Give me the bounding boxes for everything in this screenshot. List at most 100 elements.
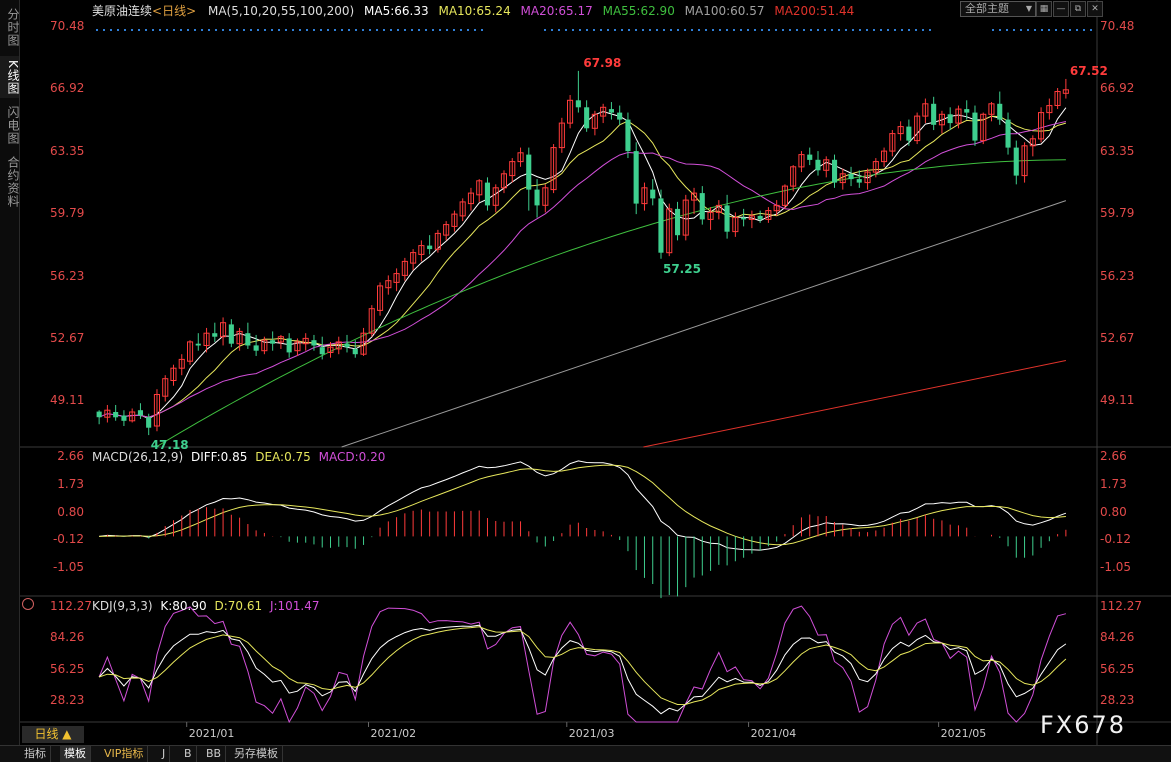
- grid-dot: [845, 29, 847, 31]
- grid-dot: [383, 29, 385, 31]
- candle-body: [121, 415, 127, 421]
- theme-select[interactable]: 全部主题 ▼: [960, 1, 1036, 17]
- grid-dot: [775, 29, 777, 31]
- restore-icon[interactable]: ⧉: [1070, 1, 1086, 17]
- kdj-axis-label: 112.27: [1100, 598, 1142, 613]
- grid-dot: [411, 29, 413, 31]
- watermark-logo: FX678: [1040, 711, 1127, 739]
- candle-body: [633, 151, 639, 204]
- price-axis-label: 52.67: [50, 330, 85, 345]
- candle-body: [608, 109, 614, 113]
- ma55-value: MA55:62.90: [602, 4, 675, 18]
- ma10-value: MA10:65.24: [438, 4, 511, 18]
- grid-dot: [880, 29, 882, 31]
- grid-dot: [614, 29, 616, 31]
- grid-dot: [187, 29, 189, 31]
- price-axis-label: 63.35: [1100, 143, 1135, 158]
- grid-dot: [600, 29, 602, 31]
- macd-value: MACD:0.20: [318, 450, 386, 464]
- kdj-title[interactable]: KDJ(9,3,3): [92, 599, 153, 613]
- grid-dot: [292, 29, 294, 31]
- ma20-value: MA20:65.17: [520, 4, 593, 18]
- tab-j[interactable]: J: [158, 746, 171, 762]
- period-tag: <日线>: [152, 4, 197, 18]
- grid-dot: [1013, 29, 1015, 31]
- grid-dot: [1041, 29, 1043, 31]
- grid-dot: [551, 29, 553, 31]
- tab-contract-info[interactable]: 合约资料: [0, 154, 20, 210]
- tab-b[interactable]: B: [180, 746, 197, 762]
- grid-dot: [817, 29, 819, 31]
- tab-save-template[interactable]: 另存模板: [230, 746, 283, 762]
- grid-dot: [838, 29, 840, 31]
- candle-body: [1005, 119, 1011, 148]
- last-label: 67.52: [1070, 64, 1108, 78]
- grid-dot: [208, 29, 210, 31]
- grid-dot: [628, 29, 630, 31]
- indicator-settings-icon[interactable]: [22, 598, 34, 610]
- instrument-name[interactable]: 美原油连续: [92, 4, 152, 18]
- grid-dot: [432, 29, 434, 31]
- tab-flash-chart[interactable]: 闪电图: [0, 104, 20, 146]
- candle-body: [832, 159, 838, 183]
- grid-dot: [236, 29, 238, 31]
- tab-kline[interactable]: K线图: [0, 56, 20, 98]
- minimize-icon[interactable]: —: [1053, 1, 1069, 17]
- macd-title[interactable]: MACD(26,12,9): [92, 450, 183, 464]
- candle-body: [997, 103, 1003, 120]
- grid-dot: [544, 29, 546, 31]
- grid-dot: [873, 29, 875, 31]
- grid-dot: [138, 29, 140, 31]
- grid-dot: [593, 29, 595, 31]
- grid-dot: [579, 29, 581, 31]
- grid-dot: [1069, 29, 1071, 31]
- macd-axis-label: -1.05: [52, 559, 84, 574]
- candle-body: [650, 189, 656, 199]
- kdj-axis-label: 84.26: [50, 630, 85, 645]
- tab-indicators[interactable]: 指标: [20, 746, 51, 762]
- grid-dot: [166, 29, 168, 31]
- kdj-axis-label: 56.25: [50, 661, 85, 676]
- grid-icon[interactable]: ▦: [1036, 1, 1052, 17]
- grid-dot: [467, 29, 469, 31]
- chart-canvas[interactable]: 67.9847.1857.2567.52: [0, 0, 1171, 761]
- grid-dot: [446, 29, 448, 31]
- close-icon[interactable]: ✕: [1087, 1, 1103, 17]
- date-label: 2021/02: [370, 727, 417, 740]
- grid-dot: [334, 29, 336, 31]
- grid-dot: [649, 29, 651, 31]
- grid-dot: [271, 29, 273, 31]
- ma-legend: 美原油连续<日线> MA(5,10,20,55,100,200) MA5:66.…: [92, 2, 860, 19]
- candle-body: [1013, 147, 1019, 176]
- grid-dot: [159, 29, 161, 31]
- macd-axis-label: 1.73: [57, 476, 84, 491]
- grid-dot: [1090, 29, 1092, 31]
- macd-diff: DIFF:0.85: [190, 450, 248, 464]
- grid-dot: [1048, 29, 1050, 31]
- price-axis-label: 70.48: [50, 19, 85, 34]
- grid-dot: [768, 29, 770, 31]
- grid-dot: [901, 29, 903, 31]
- grid-dot: [257, 29, 259, 31]
- grid-dot: [929, 29, 931, 31]
- tab-vip-indicators[interactable]: VIP指标: [100, 746, 149, 762]
- grid-dot: [894, 29, 896, 31]
- grid-dot: [761, 29, 763, 31]
- price-axis-label: 59.79: [50, 206, 85, 221]
- tab-time-sharing[interactable]: 分时图: [0, 6, 20, 48]
- kdj-axis-label: 28.23: [1100, 693, 1135, 708]
- grid-dot: [110, 29, 112, 31]
- period-button[interactable]: 日线 ▲: [22, 726, 84, 743]
- grid-dot: [362, 29, 364, 31]
- grid-dot: [1027, 29, 1029, 31]
- macd-axis-label: -0.12: [52, 531, 84, 546]
- grid-dot: [621, 29, 623, 31]
- tab-templates[interactable]: 模板: [60, 746, 91, 762]
- grid-dot: [131, 29, 133, 31]
- tab-bb[interactable]: BB: [202, 746, 227, 762]
- ma-params[interactable]: MA(5,10,20,55,100,200): [208, 4, 354, 18]
- grid-dot: [397, 29, 399, 31]
- macd-axis-label: 1.73: [1100, 476, 1127, 491]
- macd-legend: MACD(26,12,9) DIFF:0.85 DEA:0.75 MACD:0.…: [92, 450, 389, 464]
- grid-dot: [299, 29, 301, 31]
